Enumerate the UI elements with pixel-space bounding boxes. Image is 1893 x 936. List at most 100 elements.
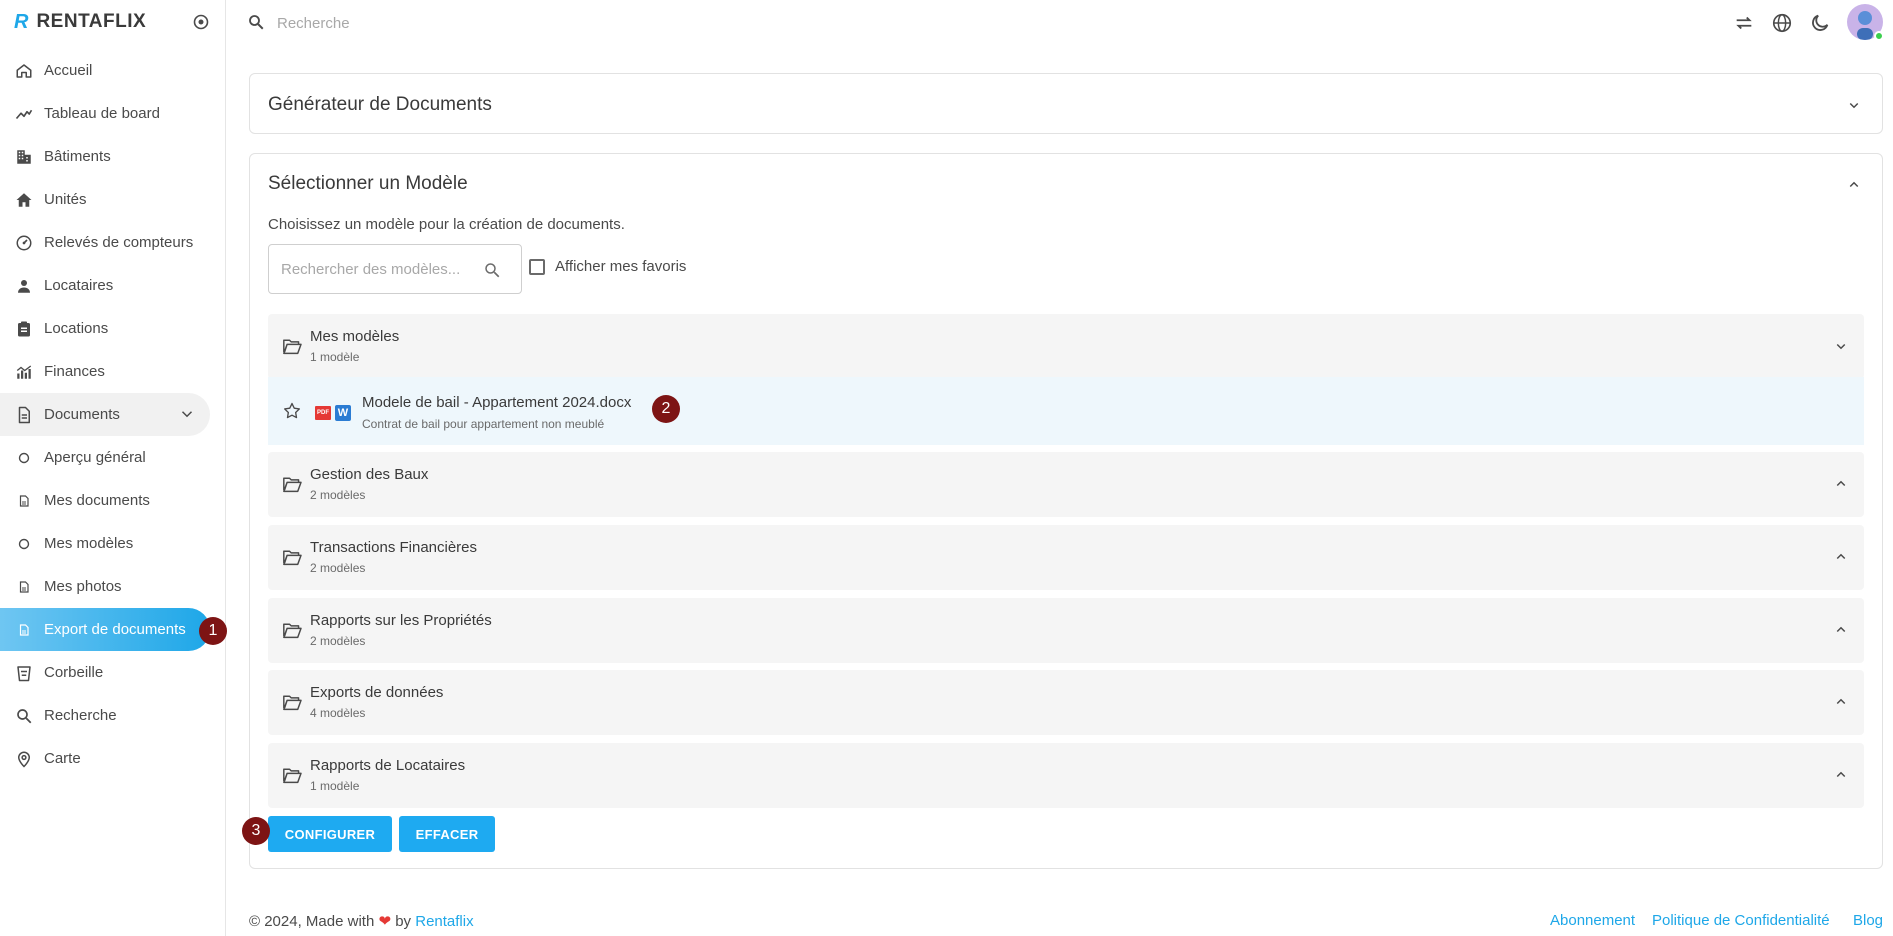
sidebar: R RENTAFLIX Accueil Tableau de board Bât… [0,0,227,936]
group-name: Gestion des Baux [310,466,429,483]
template-search-input[interactable] [281,259,471,279]
footer-link-politique[interactable]: Politique de Confidentialité [1652,912,1830,929]
favorites-checkbox[interactable]: Afficher mes favoris [529,258,686,275]
step-badge-3: 3 [242,817,270,845]
star-icon[interactable] [282,401,302,421]
footer-link-blog[interactable]: Blog [1853,912,1883,929]
sidebar-item-mes-photos[interactable]: Mes photos [0,565,210,608]
card-title: Générateur de Documents [268,94,492,115]
footer-link-abonnement[interactable]: Abonnement [1550,912,1635,929]
heart-icon: ❤ [378,913,392,930]
template-group-transactions[interactable]: Transactions Financières 2 modèles [268,525,1864,590]
chevron-up-icon[interactable] [1832,548,1850,566]
folder-open-icon [283,477,302,493]
word-icon: W [335,405,351,421]
chevron-up-icon[interactable] [1832,475,1850,493]
sidebar-item-mes-modeles[interactable]: Mes modèles [0,522,210,565]
group-name: Rapports sur les Propriétés [310,612,492,629]
search-icon[interactable] [483,261,501,279]
sidebar-item-label: Carte [44,750,81,767]
brand[interactable]: R RENTAFLIX [14,10,146,34]
footer-links: Blog [1853,912,1883,929]
sidebar-item-label: Bâtiments [44,148,111,165]
template-description: Contrat de bail pour appartement non meu… [362,417,605,431]
card-title: Sélectionner un Modèle [268,173,468,194]
chevron-down-icon [181,411,193,418]
footer-by: by [395,913,412,930]
group-count: 4 modèles [310,706,366,720]
global-search-input[interactable] [277,10,677,36]
sidebar-item-label: Locataires [44,277,114,294]
configure-button[interactable]: CONFIGURER [268,816,392,852]
folder-open-icon [283,623,302,639]
trash-icon [14,663,34,683]
group-count: 1 modèle [310,779,360,793]
template-group-gestion-baux[interactable]: Gestion des Baux 2 modèles [268,452,1864,517]
footer-prefix: © 2024, Made with [249,913,375,930]
sidebar-item-label: Mes modèles [44,535,134,552]
sidebar-item-label: Accueil [44,62,93,79]
chevron-up-icon[interactable] [1832,621,1850,639]
sidebar-item-batiments[interactable]: Bâtiments [0,135,210,178]
chevron-down-icon[interactable] [1832,337,1850,355]
globe-icon[interactable] [1771,12,1793,34]
sidebar-item-apercu[interactable]: Aperçu général [0,436,210,479]
sidebar-item-label: Corbeille [44,664,104,681]
template-name: Modele de bail - Appartement 2024.docx [362,394,632,411]
search-icon [249,15,264,30]
sidebar-item-documents[interactable]: Documents [0,393,210,436]
template-group-exports-donnees[interactable]: Exports de données 4 modèles [268,670,1864,735]
template-group-rapports-locataires[interactable]: Rapports de Locataires 1 modèle [268,743,1864,808]
clear-button[interactable]: EFFACER [399,816,495,852]
online-status-dot [1874,31,1884,41]
pdf-icon: PDF [315,406,331,420]
sidebar-item-tableau-de-board[interactable]: Tableau de board [0,92,210,135]
sidebar-item-label: Relevés de compteurs [44,234,194,251]
sidebar-item-recherche[interactable]: Recherche [0,694,210,737]
trending-icon [14,104,34,124]
dark-mode-icon[interactable] [1809,12,1831,34]
sidebar-item-label: Recherche [44,707,117,724]
sidebar-item-locataires[interactable]: Locataires [0,264,210,307]
sidebar-item-finances[interactable]: Finances [0,350,210,393]
template-group-rapports-proprietes[interactable]: Rapports sur les Propriétés 2 modèles [268,598,1864,663]
swap-icon[interactable] [1733,12,1755,34]
template-group-mes-modeles[interactable]: Mes modèles 1 modèle [268,314,1864,379]
sidebar-toggle-icon[interactable] [192,13,210,31]
template-item[interactable]: PDF W Modele de bail - Appartement 2024.… [268,377,1864,445]
card-description: Choisissez un modèle pour la création de… [268,216,625,233]
sidebar-item-label: Mes documents [44,492,150,509]
circle-icon [14,448,34,468]
footer-brand-link[interactable]: Rentaflix [415,913,473,930]
template-selector-card: Sélectionner un Modèle Choisissez un mod… [242,153,1883,869]
document-generator-card[interactable]: Générateur de Documents [249,73,1883,134]
map-pin-icon [14,749,34,769]
sidebar-item-label: Finances [44,363,105,380]
brand-name: RENTAFLIX [36,11,147,32]
sidebar-item-corbeille[interactable]: Corbeille [0,651,210,694]
folder-open-icon [283,550,302,566]
chevron-down-icon[interactable] [1845,96,1863,114]
sidebar-item-unites[interactable]: Unités [0,178,210,221]
file-icon [14,620,34,640]
group-name: Exports de données [310,684,444,701]
sidebar-item-label: Unités [44,191,87,208]
sidebar-item-accueil[interactable]: Accueil [0,49,210,92]
sidebar-item-export-documents[interactable]: Export de documents [0,608,210,651]
chevron-up-icon[interactable] [1832,693,1850,711]
sidebar-item-locations[interactable]: Locations [0,307,210,350]
footer-credit: © 2024, Made with ❤ by Rentaflix [249,912,474,930]
sidebar-item-mes-documents[interactable]: Mes documents [0,479,210,522]
building-icon [14,147,34,167]
folder-open-icon [283,695,302,711]
sidebar-item-releves[interactable]: Relevés de compteurs [0,221,210,264]
template-search-box [268,244,522,294]
chevron-up-icon[interactable] [1845,176,1863,194]
chevron-up-icon[interactable] [1832,766,1850,784]
sidebar-nav: Accueil Tableau de board Bâtiments Unité… [0,49,226,780]
group-count: 1 modèle [310,350,360,364]
chart-icon [14,362,34,382]
checkbox-box[interactable] [529,258,545,275]
sidebar-item-carte[interactable]: Carte [0,737,210,780]
step-badge-2: 2 [652,395,680,423]
